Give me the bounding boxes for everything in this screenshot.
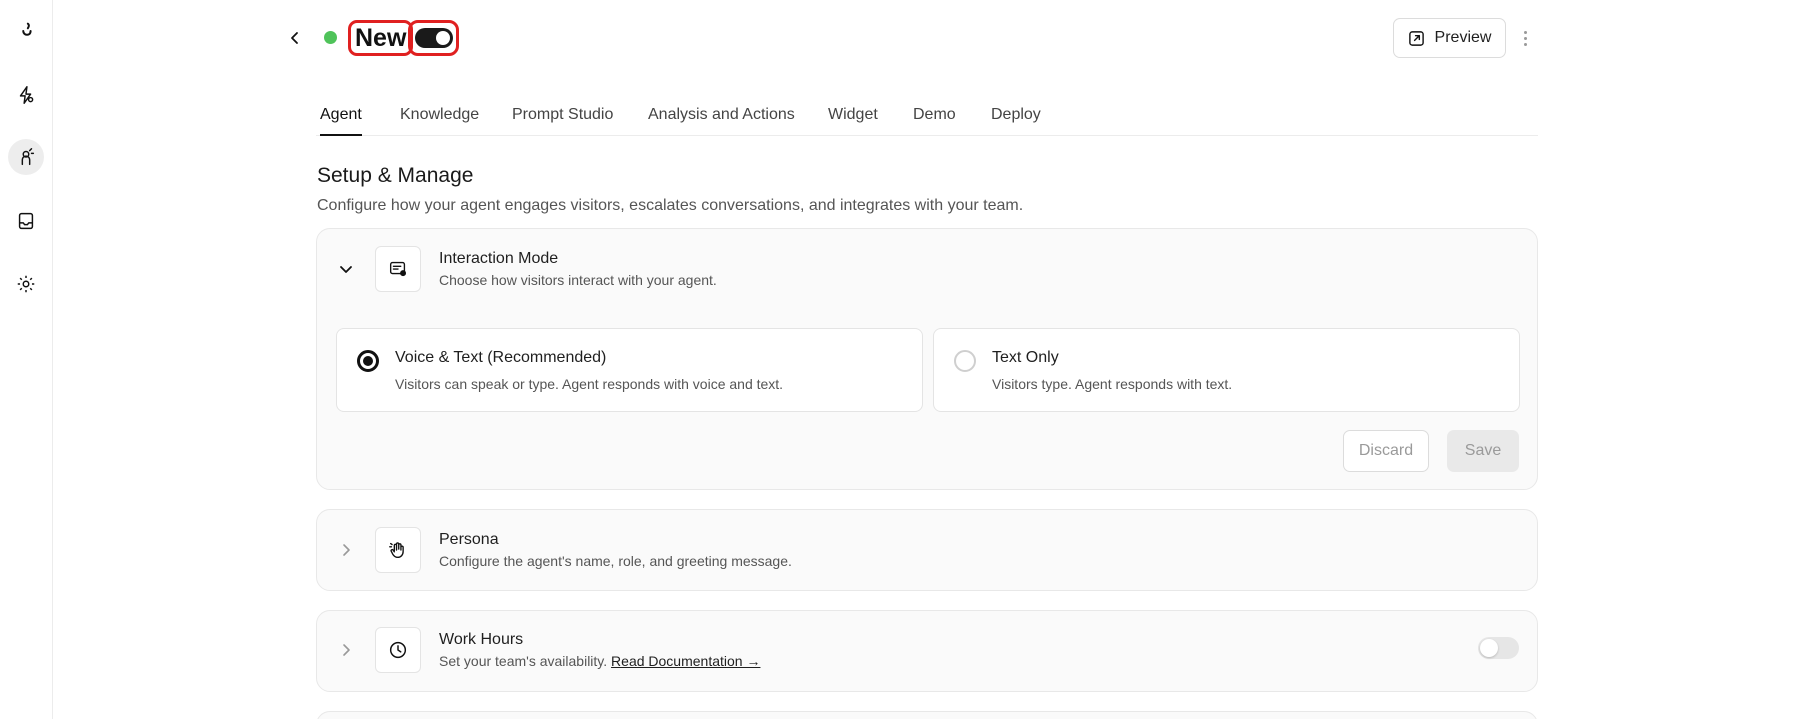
- chevron-right-icon: [343, 544, 350, 556]
- persona-card[interactable]: [316, 509, 1538, 591]
- save-button[interactable]: Save: [1447, 430, 1519, 472]
- status-indicator: [324, 31, 337, 44]
- more-menu-icon[interactable]: [1515, 26, 1535, 50]
- chevron-down-icon: [340, 266, 352, 273]
- radio-voice-and-text[interactable]: [357, 350, 379, 372]
- agent-title: New: [355, 23, 407, 52]
- work-hours-toggle[interactable]: [1478, 637, 1519, 659]
- waving-hand-icon: [375, 527, 421, 573]
- agent-title-highlight[interactable]: New: [348, 20, 414, 56]
- persona-title: Persona: [439, 531, 499, 548]
- tab-demo[interactable]: Demo: [913, 100, 956, 136]
- chevron-right-icon: [343, 644, 350, 656]
- discard-button[interactable]: Discard: [1343, 430, 1429, 472]
- interaction-mode-icon: [375, 246, 421, 292]
- agent-enabled-toggle[interactable]: [414, 28, 453, 48]
- option-title: Text Only: [992, 349, 1059, 366]
- section-description: Configure how your agent engages visitor…: [317, 197, 1024, 214]
- option-description: Visitors type. Agent responds with text.: [992, 376, 1233, 392]
- agent-icon[interactable]: [8, 139, 44, 175]
- work-hours-description-text: Set your team's availability.: [439, 653, 608, 669]
- tab-prompt-studio[interactable]: Prompt Studio: [512, 100, 613, 136]
- interaction-mode-title: Interaction Mode: [439, 250, 559, 267]
- option-title: Voice & Text (Recommended): [395, 349, 607, 366]
- work-hours-description: Set your team's availability. Read Docum…: [439, 653, 760, 669]
- expand-persona-button[interactable]: [336, 540, 356, 560]
- tab-widget[interactable]: Widget: [828, 100, 878, 136]
- option-text-only[interactable]: Text Only Visitors type. Agent responds …: [933, 328, 1520, 412]
- tab-bar: Agent Knowledge Prompt Studio Analysis a…: [316, 100, 1538, 136]
- option-voice-and-text[interactable]: Voice & Text (Recommended) Visitors can …: [336, 328, 923, 412]
- left-nav-rail: [0, 0, 53, 719]
- option-description: Visitors can speak or type. Agent respon…: [395, 376, 784, 392]
- tab-agent[interactable]: Agent: [320, 100, 362, 136]
- collapse-interaction-button[interactable]: [336, 259, 356, 279]
- persona-description: Configure the agent's name, role, and gr…: [439, 553, 792, 569]
- agent-enabled-highlight: [408, 20, 459, 56]
- inbox-icon[interactable]: [8, 203, 44, 239]
- gear-icon[interactable]: [8, 266, 44, 302]
- read-documentation-link[interactable]: Read Documentation →: [611, 653, 760, 669]
- preview-button[interactable]: Preview: [1393, 18, 1506, 58]
- expand-work-hours-button[interactable]: [336, 640, 356, 660]
- clock-icon: [375, 627, 421, 673]
- chevron-left-icon: [291, 32, 298, 44]
- section-title: Setup & Manage: [317, 164, 474, 187]
- radio-text-only[interactable]: [954, 350, 976, 372]
- tab-analysis-and-actions[interactable]: Analysis and Actions: [648, 100, 795, 136]
- external-preview-icon: [1408, 30, 1424, 46]
- tab-deploy[interactable]: Deploy: [991, 100, 1041, 136]
- next-card: [316, 711, 1538, 719]
- tab-knowledge[interactable]: Knowledge: [400, 100, 479, 136]
- back-button[interactable]: [283, 26, 307, 50]
- work-hours-card[interactable]: [316, 610, 1538, 692]
- logo-icon[interactable]: [8, 13, 44, 49]
- preview-label: Preview: [1434, 29, 1492, 46]
- automation-icon[interactable]: [8, 77, 44, 113]
- interaction-mode-description: Choose how visitors interact with your a…: [439, 272, 717, 288]
- work-hours-title: Work Hours: [439, 631, 524, 648]
